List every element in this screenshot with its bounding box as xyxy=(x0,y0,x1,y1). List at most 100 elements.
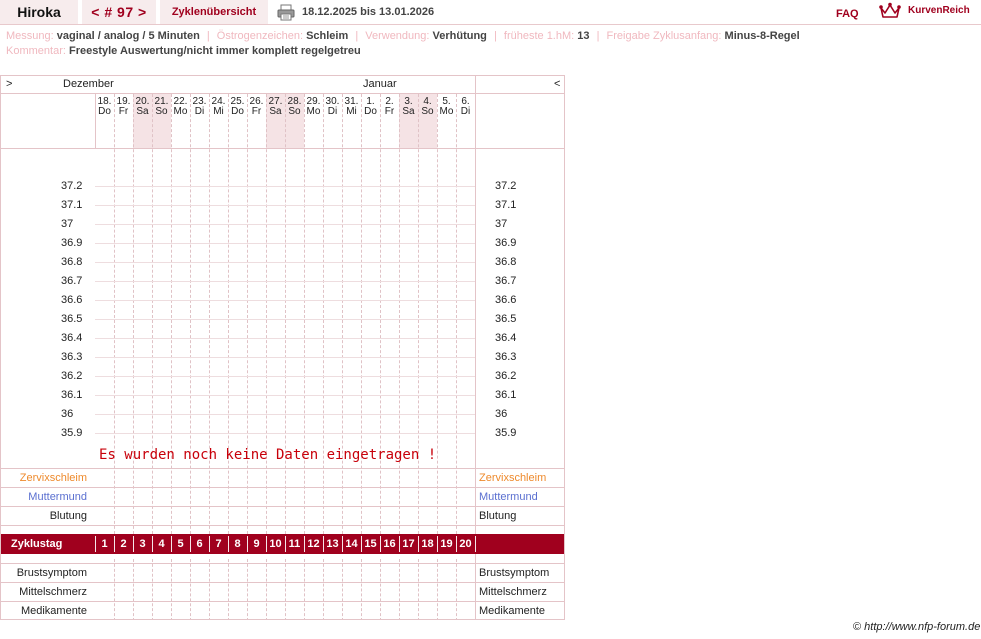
day-header: 18. Do xyxy=(95,97,114,117)
cycle-day-number: 9 xyxy=(253,538,260,550)
prev-cycle-arrow[interactable]: > xyxy=(6,76,12,94)
hm-value: 13 xyxy=(577,30,590,42)
separator: | xyxy=(493,30,497,42)
cycle-day-separator xyxy=(247,536,248,552)
day-header: 20. Sa xyxy=(133,97,152,117)
temperature-label-left: 36.7 xyxy=(61,275,83,287)
cycle-day-separator xyxy=(171,536,172,552)
day-weekday: Fr xyxy=(384,106,395,117)
separator: | xyxy=(596,30,600,42)
row-label-blutung-right: Blutung xyxy=(479,510,517,522)
temperature-label-left: 37 xyxy=(61,218,74,230)
temperature-label-left: 36.4 xyxy=(61,332,83,344)
copyright-symbol: © xyxy=(853,621,862,633)
messung-label: Messung: xyxy=(6,30,54,42)
cycle-day-separator xyxy=(456,536,457,552)
cycle-day-number: 15 xyxy=(364,538,377,550)
temperature-gridline xyxy=(95,224,475,225)
temperature-gridline xyxy=(95,414,475,415)
measurement-info: Messung: vaginal / analog / 5 Minuten | … xyxy=(6,30,800,42)
cycle-day-separator xyxy=(418,536,419,552)
day-weekday: Sa xyxy=(136,106,149,117)
temperature-gridline xyxy=(95,262,475,263)
cycle-day-number: 12 xyxy=(307,538,320,550)
day-column-line xyxy=(323,559,324,619)
day-column-line xyxy=(228,559,229,619)
next-cycle-arrow[interactable]: < xyxy=(554,76,560,94)
brand-name[interactable]: KurvenReich xyxy=(908,5,970,16)
temperature-gridline xyxy=(95,281,475,282)
row-divider xyxy=(1,525,564,526)
day-header: 6. Di xyxy=(456,97,475,117)
temperature-label-left: 36.2 xyxy=(61,370,83,382)
cycle-day-separator xyxy=(361,536,362,552)
cycle-day-separator xyxy=(342,536,343,552)
temperature-gridline xyxy=(95,376,475,377)
cycle-day-number: 8 xyxy=(234,538,241,550)
day-column-line xyxy=(304,559,305,619)
cycle-day-separator xyxy=(437,536,438,552)
cycle-day-separator xyxy=(323,536,324,552)
kommentar-label: Kommentar: xyxy=(6,45,66,57)
copyright: © http://www.nfp-forum.de xyxy=(853,621,980,633)
day-column-line xyxy=(437,559,438,619)
cycle-day-number: 18 xyxy=(421,538,434,550)
row-label-muttermund: Muttermund xyxy=(28,491,87,503)
day-weekday: Mo xyxy=(306,106,321,117)
day-header: 5. Mo xyxy=(437,97,456,117)
temperature-label-left: 36.3 xyxy=(61,351,83,363)
cycle-day-number: 20 xyxy=(459,538,472,550)
temperature-label-right: 36.8 xyxy=(495,256,517,268)
day-weekday: Sa xyxy=(269,106,282,117)
temperature-label-right: 36.5 xyxy=(495,313,517,325)
day-column-line xyxy=(152,559,153,619)
cycle-navigator[interactable]: < # 97 > xyxy=(82,0,156,24)
cycle-day-number: 4 xyxy=(158,538,165,550)
cycle-day-separator xyxy=(209,536,210,552)
printer-icon[interactable] xyxy=(277,4,295,21)
day-weekday: So xyxy=(155,106,168,117)
day-header: 26. Fr xyxy=(247,97,266,117)
temperature-gridline xyxy=(95,338,475,339)
temperature-gridline xyxy=(95,186,475,187)
temperature-label-left: 36.6 xyxy=(61,294,83,306)
row-label-zervixschleim: Zervixschleim xyxy=(19,472,87,484)
cycle-day-number: 10 xyxy=(269,538,282,550)
day-header: 3. Sa xyxy=(399,97,418,117)
month-label-december: Dezember xyxy=(63,78,114,90)
temperature-label-right: 36.4 xyxy=(495,332,517,344)
day-weekday: Mo xyxy=(439,106,454,117)
row-label-blutung: Blutung xyxy=(49,510,87,522)
temperature-gridline xyxy=(95,300,475,301)
day-weekday: Do xyxy=(364,106,377,117)
day-header: 21. So xyxy=(152,97,171,117)
copyright-url[interactable]: http://www.nfp-forum.de xyxy=(864,621,980,633)
day-weekday: So xyxy=(421,106,434,117)
temperature-label-left: 37.2 xyxy=(61,180,83,192)
temperature-gridline xyxy=(95,357,475,358)
day-column-line xyxy=(266,559,267,619)
separator: | xyxy=(355,30,359,42)
day-weekday: Mi xyxy=(346,106,357,117)
temperature-label-left: 35.9 xyxy=(61,427,83,439)
row-label-zervixschleim-right: Zervixschleim xyxy=(479,472,547,484)
kommentar-value: Freestyle Auswertung/nicht immer komplet… xyxy=(68,45,361,57)
temperature-label-right: 36.7 xyxy=(495,275,517,287)
day-header: 29. Mo xyxy=(304,97,323,117)
cycle-day-separator xyxy=(95,536,96,552)
crown-logo-icon[interactable] xyxy=(879,2,901,19)
day-column-line xyxy=(114,559,115,619)
row-label-medikamente-right: Medikamente xyxy=(479,605,546,617)
faq-link[interactable]: FAQ xyxy=(836,8,859,20)
messung-value: vaginal / analog / 5 Minuten xyxy=(56,30,200,42)
row-label-mittelschmerz-right: Mittelschmerz xyxy=(479,586,547,598)
temperature-gridline xyxy=(95,243,475,244)
cycle-overview-link[interactable]: Zyklenübersicht xyxy=(160,0,268,24)
temperature-label-left: 37.1 xyxy=(61,199,83,211)
day-header: 23. Di xyxy=(190,97,209,117)
day-column-line xyxy=(190,559,191,619)
cycle-day-separator xyxy=(266,536,267,552)
day-header: 27. Sa xyxy=(266,97,285,117)
freigabe-value: Minus-8-Regel xyxy=(724,30,800,42)
day-header: 1. Do xyxy=(361,97,380,117)
